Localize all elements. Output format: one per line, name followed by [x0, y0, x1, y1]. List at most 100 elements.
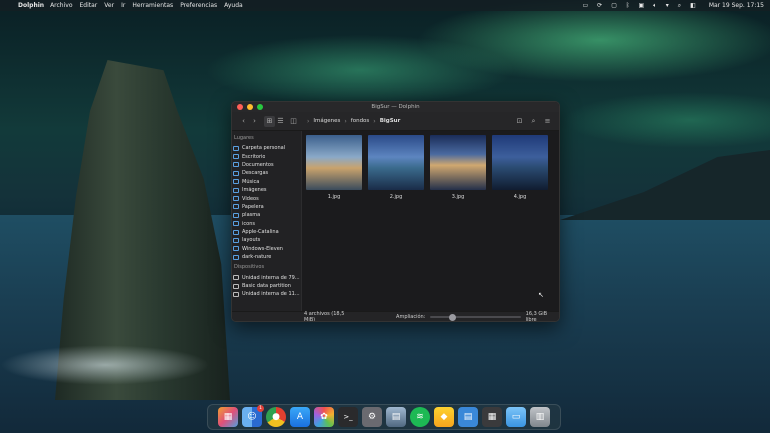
folder-icon[interactable]: ▭ — [506, 407, 526, 427]
sidebar-item-carpeta-personal[interactable]: Carpeta personal — [233, 144, 301, 152]
close-button[interactable] — [237, 104, 243, 110]
chrome-icon[interactable]: ● — [266, 407, 286, 427]
battery-icon[interactable]: ▭ — [582, 2, 588, 9]
details-view-icon[interactable]: ☰ — [275, 116, 286, 127]
menu-archivo[interactable]: Archivo — [50, 2, 72, 9]
calculator-icon[interactable]: ▦ — [482, 407, 502, 427]
drive-icon — [233, 291, 239, 297]
sidebar-item-dark-nature[interactable]: dark-nature — [233, 253, 301, 261]
music-folder-icon — [233, 179, 239, 185]
menu-herramientas[interactable]: Herramientas — [132, 2, 173, 9]
sidebar-item-plasma[interactable]: plasma — [233, 211, 301, 219]
wifi-icon[interactable]: ▾ — [666, 2, 669, 9]
sidebar-device-1[interactable]: Unidad interna de 79... — [233, 273, 301, 281]
surf-foam — [0, 345, 210, 385]
menu-ir[interactable]: Ir — [121, 2, 125, 9]
status-area: ▭ ⟳ ▢ ᛒ ▣ 🔈︎ ▾ ⌕ ◧ Mar 19 Sep. 17:15 — [582, 2, 764, 10]
file-thumbnail — [306, 135, 362, 190]
back-icon[interactable]: ‹ — [238, 116, 249, 127]
breadcrumb: › Imágenes › fondos › BigSur — [307, 118, 400, 125]
file-thumbnail — [492, 135, 548, 190]
pictures-folder-icon — [233, 187, 239, 193]
settings-icon[interactable]: ⚙ — [362, 407, 382, 427]
chevron-right-icon: › — [373, 117, 376, 125]
sidebar-device-2[interactable]: Basic data partition — [233, 282, 301, 290]
maximize-button[interactable] — [257, 104, 263, 110]
breadcrumb-root-chevron-icon[interactable]: › — [307, 118, 309, 125]
text-editor-icon[interactable]: ▤ — [458, 407, 478, 427]
toolbar: ‹ › ⊞ ☰ ◫ › Imágenes › fondos › BigSur ⊡… — [232, 112, 559, 131]
spotify-icon[interactable]: ≋ — [410, 407, 430, 427]
minimize-button[interactable] — [247, 104, 253, 110]
display-icon[interactable]: ▣ — [638, 2, 644, 9]
disk-utility-icon[interactable]: ▤ — [386, 407, 406, 427]
forward-icon[interactable]: › — [249, 116, 260, 127]
sketch-icon[interactable]: ◆ — [434, 407, 454, 427]
folder-icon — [233, 221, 239, 227]
file-view[interactable]: 1.jpg 2.jpg 3.jpg 4.jpg ↖ — [301, 131, 559, 311]
split-view-icon[interactable]: ◫ — [288, 116, 299, 127]
breadcrumb-bigsur[interactable]: BigSur — [380, 118, 401, 124]
sidebar-item-icons[interactable]: icons — [233, 220, 301, 228]
search-icon[interactable]: ⌕ — [678, 2, 681, 10]
sidebar-item-imagenes[interactable]: Imágenes — [233, 186, 301, 194]
sidebar-item-escritorio[interactable]: Escritorio — [233, 152, 301, 160]
notification-badge: 1 — [257, 405, 264, 412]
breadcrumb-fondos[interactable]: fondos — [351, 118, 370, 124]
sidebar-device-3[interactable]: Unidad interna de 11... — [233, 290, 301, 298]
free-space: 16,3 GiB libre — [525, 311, 548, 322]
downloads-folder-icon — [233, 170, 239, 176]
folder-icon — [233, 229, 239, 235]
photos-icon[interactable]: ✿ — [314, 407, 334, 427]
places-header: Lugares — [234, 135, 254, 141]
terminal-panel-icon[interactable]: ⊡ — [514, 116, 525, 127]
icons-view-icon[interactable]: ⊞ — [264, 115, 275, 127]
file-item[interactable]: 2.jpg — [368, 135, 424, 200]
videos-folder-icon — [233, 196, 239, 202]
zoom-slider[interactable] — [430, 313, 521, 321]
sidebar-item-musica[interactable]: Música — [233, 178, 301, 186]
menu-clock[interactable]: Mar 19 Sep. 17:15 — [709, 2, 764, 9]
sidebar-item-videos[interactable]: Vídeos — [233, 194, 301, 202]
file-item[interactable]: 4.jpg — [492, 135, 548, 200]
home-folder-icon — [233, 145, 239, 151]
trash-icon — [233, 204, 239, 210]
menu-app-name[interactable]: Dolphin — [18, 2, 44, 9]
search-icon[interactable]: ⌕ — [528, 116, 539, 127]
dolphin-window: BigSur — Dolphin ‹ › ⊞ ☰ ◫ › Imágenes › … — [231, 101, 560, 322]
folder-icon — [233, 246, 239, 252]
breadcrumb-imagenes[interactable]: Imágenes — [313, 118, 340, 124]
file-item[interactable]: 1.jpg — [306, 135, 362, 200]
sync-icon[interactable]: ⟳ — [597, 2, 602, 9]
sidebar-item-windows-eleven[interactable]: Windows-Eleven — [233, 245, 301, 253]
control-center-icon[interactable]: ◧ — [690, 2, 696, 9]
file-item[interactable]: 3.jpg — [430, 135, 486, 200]
menu-editar[interactable]: Editar — [80, 2, 98, 9]
window-controls — [237, 104, 263, 110]
clipboard-icon[interactable]: ▢ — [611, 2, 617, 9]
hamburger-menu-icon[interactable]: ≡ — [542, 116, 553, 127]
volume-icon[interactable]: 🔈︎ — [653, 2, 657, 10]
menu-ayuda[interactable]: Ayuda — [224, 2, 243, 9]
menu-preferencias[interactable]: Preferencias — [180, 2, 217, 9]
sidebar-item-layouts[interactable]: layouts — [233, 236, 301, 244]
terminal-icon[interactable]: >_ — [338, 407, 358, 427]
bluetooth-icon[interactable]: ᛒ — [626, 2, 630, 9]
title-bar[interactable]: BigSur — Dolphin — [232, 102, 559, 112]
sidebar-item-documentos[interactable]: Documentos — [233, 161, 301, 169]
sidebar-item-descargas[interactable]: Descargas — [233, 169, 301, 177]
finder-icon[interactable]: ☺ 1 — [242, 405, 264, 427]
zoom-slider-handle[interactable] — [449, 313, 457, 321]
sidebar-item-apple-catalina[interactable]: Apple-Catalina — [233, 228, 301, 236]
folder-icon — [233, 254, 239, 260]
sidebar-item-papelera[interactable]: Papelera — [233, 203, 301, 211]
zoom-label: Ampliación: — [396, 314, 426, 320]
places-panel: Lugares Carpeta personal Escritorio Docu… — [232, 131, 301, 311]
menu-ver[interactable]: Ver — [104, 2, 114, 9]
app-store-icon[interactable]: A — [290, 407, 310, 427]
launchpad-icon[interactable]: ▦ — [218, 407, 238, 427]
status-bar: 4 archivos (18,5 MiB) Ampliación: 16,3 G… — [232, 311, 559, 322]
file-name: 3.jpg — [451, 194, 465, 200]
file-grid: 1.jpg 2.jpg 3.jpg 4.jpg — [302, 131, 559, 200]
trash-icon[interactable]: ▥ — [530, 407, 550, 427]
